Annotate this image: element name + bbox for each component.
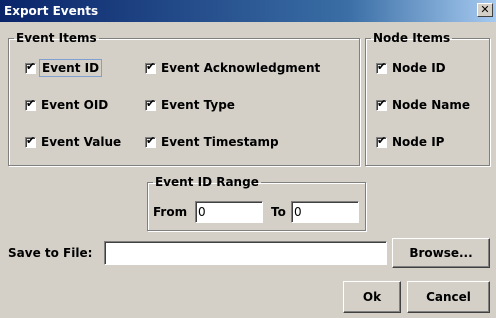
checkmark-icon: ✔ xyxy=(377,59,387,73)
checkmark-icon: ✔ xyxy=(26,96,36,110)
checkbox-label: Node ID xyxy=(392,61,446,75)
checkbox-label: Event Acknowledgment xyxy=(161,61,321,75)
from-label: From xyxy=(153,205,188,219)
browse-button[interactable]: Browse... xyxy=(392,238,490,268)
window-title: Export Events xyxy=(4,4,99,18)
checkbox-event-timestamp[interactable]: ✔ Event Timestamp xyxy=(145,134,279,150)
checkbox-box: ✔ xyxy=(25,59,36,74)
checkbox-event-type[interactable]: ✔ Event Type xyxy=(145,97,235,113)
save-file-input[interactable] xyxy=(104,241,387,265)
node-items-legend: Node Items xyxy=(373,31,451,45)
checkbox-label: Event OID xyxy=(41,98,109,112)
checkbox-event-oid[interactable]: ✔ Event OID xyxy=(25,97,108,113)
checkmark-icon: ✔ xyxy=(26,133,36,147)
to-input[interactable] xyxy=(291,201,359,223)
checkbox-node-id[interactable]: ✔ Node ID xyxy=(376,60,446,76)
checkbox-event-value[interactable]: ✔ Event Value xyxy=(25,134,121,150)
checkbox-event-acknowledgment[interactable]: ✔ Event Acknowledgment xyxy=(145,60,320,76)
from-input[interactable] xyxy=(195,201,263,223)
checkbox-label: Node Name xyxy=(392,98,470,112)
checkmark-icon: ✔ xyxy=(146,133,156,147)
checkbox-label: Event Type xyxy=(161,98,235,112)
cancel-button[interactable]: Cancel xyxy=(407,281,490,313)
checkmark-icon: ✔ xyxy=(377,133,387,147)
checkbox-box: ✔ xyxy=(25,133,36,148)
checkbox-label: Event Value xyxy=(41,135,122,149)
checkbox-label: Node IP xyxy=(392,135,445,149)
checkbox-box: ✔ xyxy=(376,133,387,148)
checkbox-event-id[interactable]: ✔ Event ID xyxy=(25,59,103,77)
checkbox-box: ✔ xyxy=(25,96,36,111)
checkbox-label: Event ID xyxy=(38,59,103,77)
save-to-file-label: Save to File: xyxy=(8,246,93,260)
title-bar[interactable]: Export Events ✕ xyxy=(0,0,496,22)
event-id-range-legend: Event ID Range xyxy=(155,175,259,189)
checkmark-icon: ✔ xyxy=(146,59,156,73)
close-icon: ✕ xyxy=(480,3,490,16)
checkmark-icon: ✔ xyxy=(26,59,36,73)
checkbox-node-ip[interactable]: ✔ Node IP xyxy=(376,134,444,150)
checkbox-box: ✔ xyxy=(145,133,156,148)
close-button[interactable]: ✕ xyxy=(477,3,493,17)
checkbox-box: ✔ xyxy=(145,59,156,74)
checkbox-node-name[interactable]: ✔ Node Name xyxy=(376,97,470,113)
checkmark-icon: ✔ xyxy=(377,96,387,110)
export-events-dialog: Export Events ✕ Event Items ✔ Event ID ✔… xyxy=(0,0,496,318)
to-label: To xyxy=(271,205,286,219)
event-items-group: Event Items ✔ Event ID ✔ Event OID ✔ Eve… xyxy=(8,31,360,166)
ok-button[interactable]: Ok xyxy=(343,281,401,313)
checkmark-icon: ✔ xyxy=(146,96,156,110)
checkbox-box: ✔ xyxy=(376,59,387,74)
checkbox-label: Event Timestamp xyxy=(161,135,279,149)
node-items-group: Node Items ✔ Node ID ✔ Node Name ✔ Node … xyxy=(365,31,490,166)
event-items-legend: Event Items xyxy=(16,31,97,45)
checkbox-box: ✔ xyxy=(376,96,387,111)
checkbox-box: ✔ xyxy=(145,96,156,111)
